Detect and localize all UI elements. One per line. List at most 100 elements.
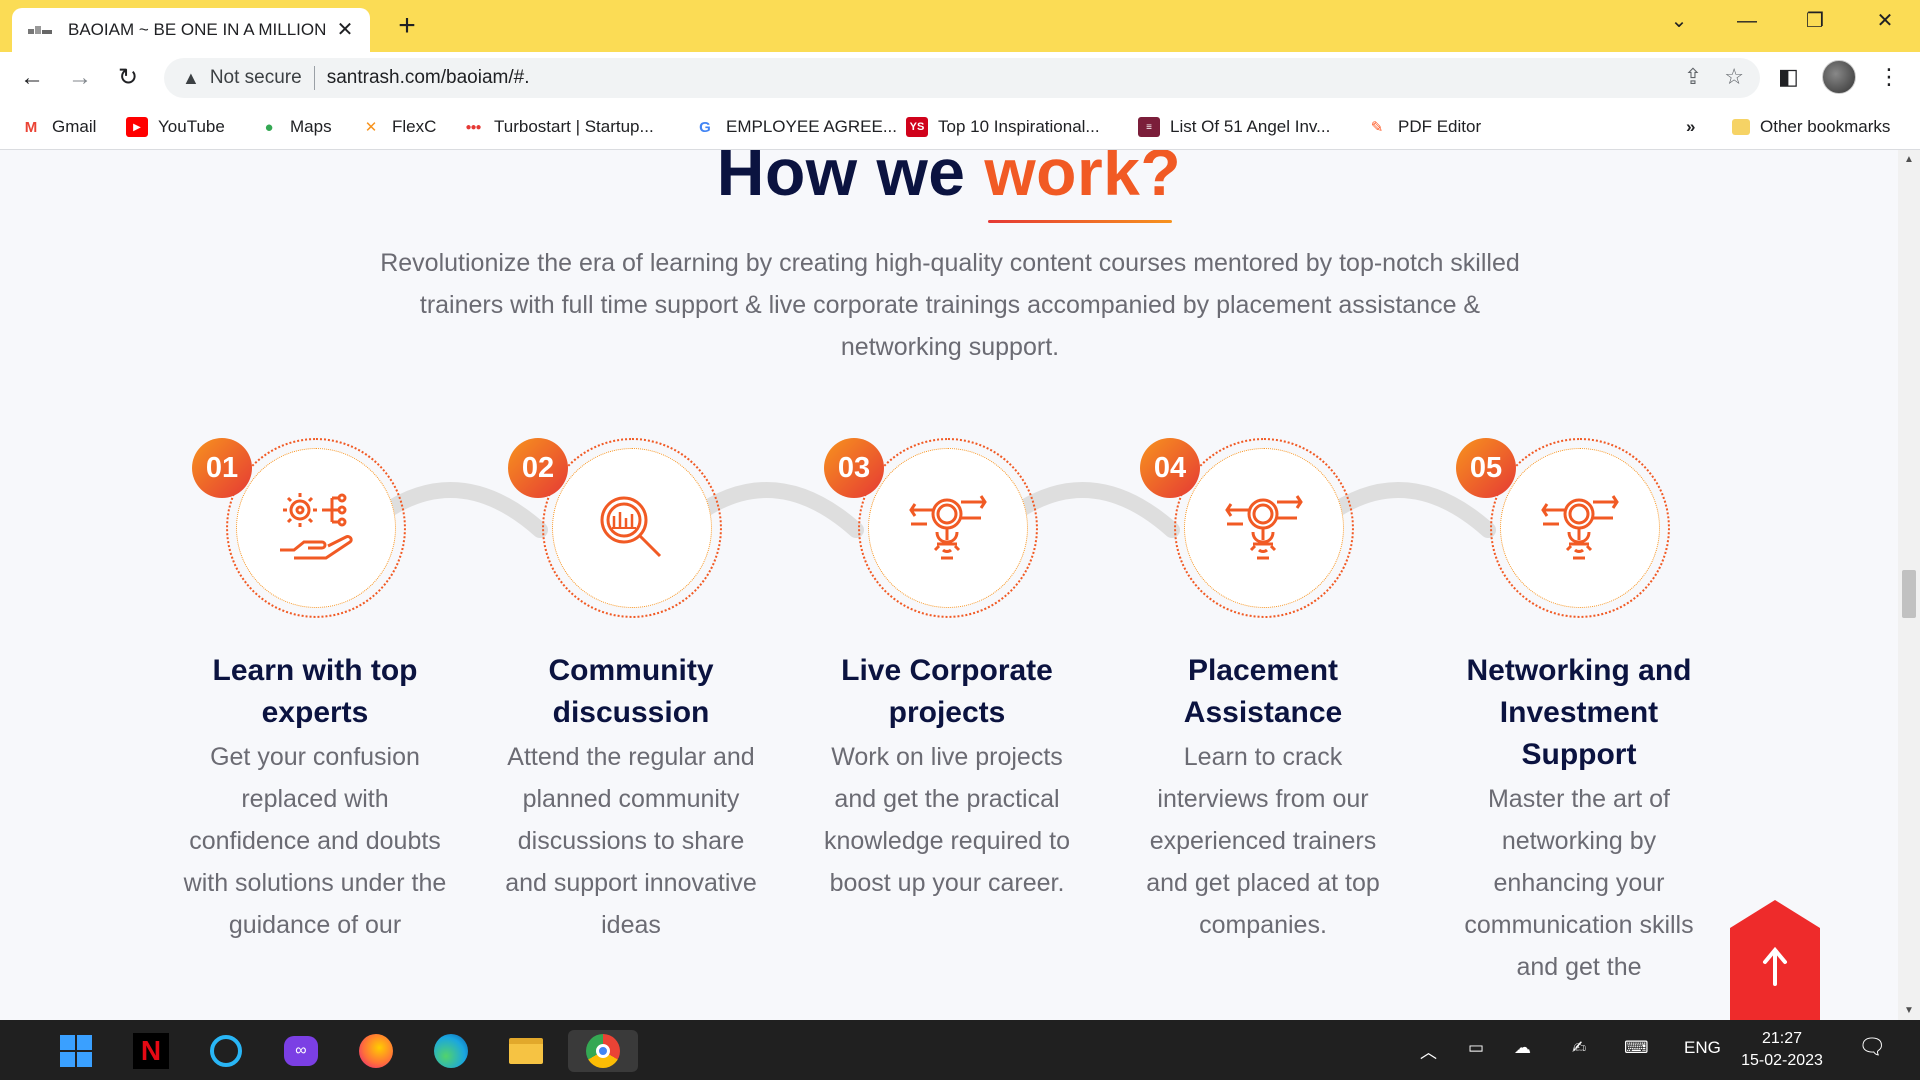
more-bookmarks-button[interactable]: » (1686, 114, 1695, 140)
new-tab-button[interactable]: + (390, 10, 424, 44)
battery-icon[interactable]: ▭ (1468, 1038, 1484, 1058)
bookmark-turbostart[interactable]: ●●● Turbostart | Startup... (462, 114, 654, 140)
file-explorer-icon[interactable] (505, 1030, 547, 1072)
step-description: Work on live projects and get the practi… (824, 743, 1070, 897)
scroll-to-top-button[interactable] (1730, 900, 1820, 1020)
share-icon[interactable]: ⇪ (1684, 64, 1702, 90)
netflix-icon[interactable]: N (130, 1030, 172, 1072)
reload-button[interactable]: ↻ (112, 62, 144, 94)
bookmark-youtube[interactable]: ▶ YouTube (126, 114, 225, 140)
step-number-badge: 04 (1140, 438, 1200, 498)
list-icon: ≡ (1138, 117, 1160, 137)
bookmark-label: Turbostart | Startup... (494, 117, 654, 136)
system-clock[interactable]: 21:27 15-02-2023 (1732, 1028, 1832, 1072)
keyboard-icon[interactable]: ⌨ (1624, 1038, 1649, 1058)
step-description: Master the art of networking by enhancin… (1464, 785, 1694, 981)
url-text[interactable]: santrash.com/baoiam/#. (327, 67, 530, 89)
bookmark-label: YouTube (158, 117, 225, 136)
language-indicator[interactable]: ENG (1684, 1038, 1721, 1058)
step-circle (542, 438, 722, 618)
gear-search-icon (909, 495, 987, 560)
page-viewport: How we work? Revolutionize the era of le… (0, 150, 1898, 1020)
os-taskbar: N ∞ ︿ ▭ ☁ ✍ ⌨ ENG 21:27 15-02-2023 🗨 (0, 1020, 1920, 1080)
maps-icon: ● (264, 118, 274, 136)
step-number-badge: 01 (192, 438, 252, 498)
bookmark-angel-investors[interactable]: ≡ List Of 51 Angel Inv... (1138, 114, 1330, 140)
omnibox-separator (313, 66, 315, 90)
side-panel-icon[interactable]: ◧ (1778, 64, 1799, 90)
windows-start-icon[interactable] (55, 1030, 97, 1072)
step-icon-wrap (1500, 448, 1660, 608)
other-bookmarks-folder[interactable]: Other bookmarks (1732, 114, 1890, 140)
app-mask-icon[interactable]: ∞ (280, 1030, 322, 1072)
pen-icon[interactable]: ✍ (1572, 1038, 1586, 1058)
profile-avatar[interactable] (1822, 60, 1856, 94)
minimize-button[interactable]: — (1722, 6, 1772, 36)
step-description: Attend the regular and planned community… (505, 743, 757, 939)
step-number-badge: 05 (1456, 438, 1516, 498)
step-icon-wrap (868, 448, 1028, 608)
tab-bar: BAOIAM ~ BE ONE IN A MILLION ✕ + ⌄ — ❐ ✕ (0, 0, 1920, 52)
scroll-down-arrow-icon[interactable]: ▼ (1898, 1005, 1920, 1016)
bookmark-label: FlexC (392, 117, 437, 136)
site-favicon-icon (28, 23, 54, 37)
close-tab-icon[interactable]: ✕ (334, 19, 356, 41)
security-label[interactable]: Not secure (210, 67, 302, 89)
step-title: Learn with top experts (212, 654, 418, 729)
back-button[interactable]: ← (16, 62, 48, 94)
tray-chevron-icon[interactable]: ︿ (1420, 1038, 1437, 1063)
edge-icon[interactable] (430, 1030, 472, 1072)
step-number-badge: 02 (508, 438, 568, 498)
bookmark-flexc[interactable]: ✕ FlexC (360, 114, 437, 140)
warning-icon[interactable]: ▲ (182, 68, 200, 89)
address-bar[interactable]: ▲ Not secure santrash.com/baoiam/#. ⇪ ☆ (164, 58, 1760, 98)
cortana-icon[interactable] (205, 1030, 247, 1072)
clock-time: 21:27 (1761, 1030, 1803, 1047)
flexc-icon: ✕ (364, 119, 378, 136)
step-circle (1490, 438, 1670, 618)
notification-center-icon[interactable]: 🗨 (1858, 1034, 1886, 1060)
gmail-icon: M (24, 118, 38, 136)
bookmark-top10[interactable]: YS Top 10 Inspirational... (906, 114, 1100, 140)
step-icon-wrap (236, 448, 396, 608)
bookmark-employee-agreement[interactable]: G EMPLOYEE AGREE... (694, 114, 897, 140)
clock-date: 15-02-2023 (1741, 1052, 1823, 1069)
step-title: Live Corporate projects (841, 654, 1053, 729)
ys-icon: YS (906, 117, 928, 137)
bookmark-label: Maps (290, 117, 332, 136)
bookmark-star-icon[interactable]: ☆ (1724, 64, 1744, 90)
youtube-icon: ▶ (126, 117, 148, 137)
forward-button[interactable]: → (64, 62, 96, 94)
browser-toolbar: ← → ↻ ▲ Not secure santrash.com/baoiam/#… (0, 52, 1920, 104)
bookmark-maps[interactable]: ● Maps (258, 114, 332, 140)
bookmark-pdf-editor[interactable]: ✎ PDF Editor (1366, 114, 1481, 140)
bookmark-label: Other bookmarks (1760, 117, 1891, 136)
bookmark-gmail[interactable]: M Gmail (20, 114, 97, 140)
page-scrollbar[interactable]: ▲ ▼ (1898, 150, 1920, 1020)
bookmark-label: Gmail (52, 117, 97, 136)
step-icon-wrap (1184, 448, 1344, 608)
magnifier-chart-icon (600, 496, 662, 558)
step-title: Placement Assistance (1183, 654, 1343, 729)
step-circle (226, 438, 406, 618)
chrome-taskbar-icon[interactable] (568, 1030, 638, 1072)
restore-button[interactable]: ❐ (1790, 6, 1840, 36)
bookmark-label: PDF Editor (1398, 117, 1482, 136)
gear-search-icon (1541, 495, 1619, 560)
step-circle (858, 438, 1038, 618)
gear-search-icon (1225, 495, 1303, 560)
scroll-up-arrow-icon[interactable]: ▲ (1898, 154, 1920, 165)
tab-search-icon[interactable]: ⌄ (1654, 6, 1704, 36)
scrollbar-thumb[interactable] (1902, 570, 1916, 618)
turbostart-icon: ●●● (465, 121, 481, 133)
firefox-icon[interactable] (355, 1030, 397, 1072)
menu-kebab-icon[interactable]: ⋮ (1878, 64, 1900, 90)
close-window-button[interactable]: ✕ (1860, 6, 1910, 36)
onedrive-cloud-icon[interactable]: ☁ (1514, 1038, 1531, 1058)
step-circle (1174, 438, 1354, 618)
bookmark-label: List Of 51 Angel Inv... (1170, 117, 1331, 136)
bookmark-label: Top 10 Inspirational... (938, 117, 1100, 136)
browser-tab[interactable]: BAOIAM ~ BE ONE IN A MILLION ✕ (12, 8, 370, 52)
pdf-editor-icon: ✎ (1370, 119, 1384, 136)
folder-icon (1732, 119, 1750, 135)
